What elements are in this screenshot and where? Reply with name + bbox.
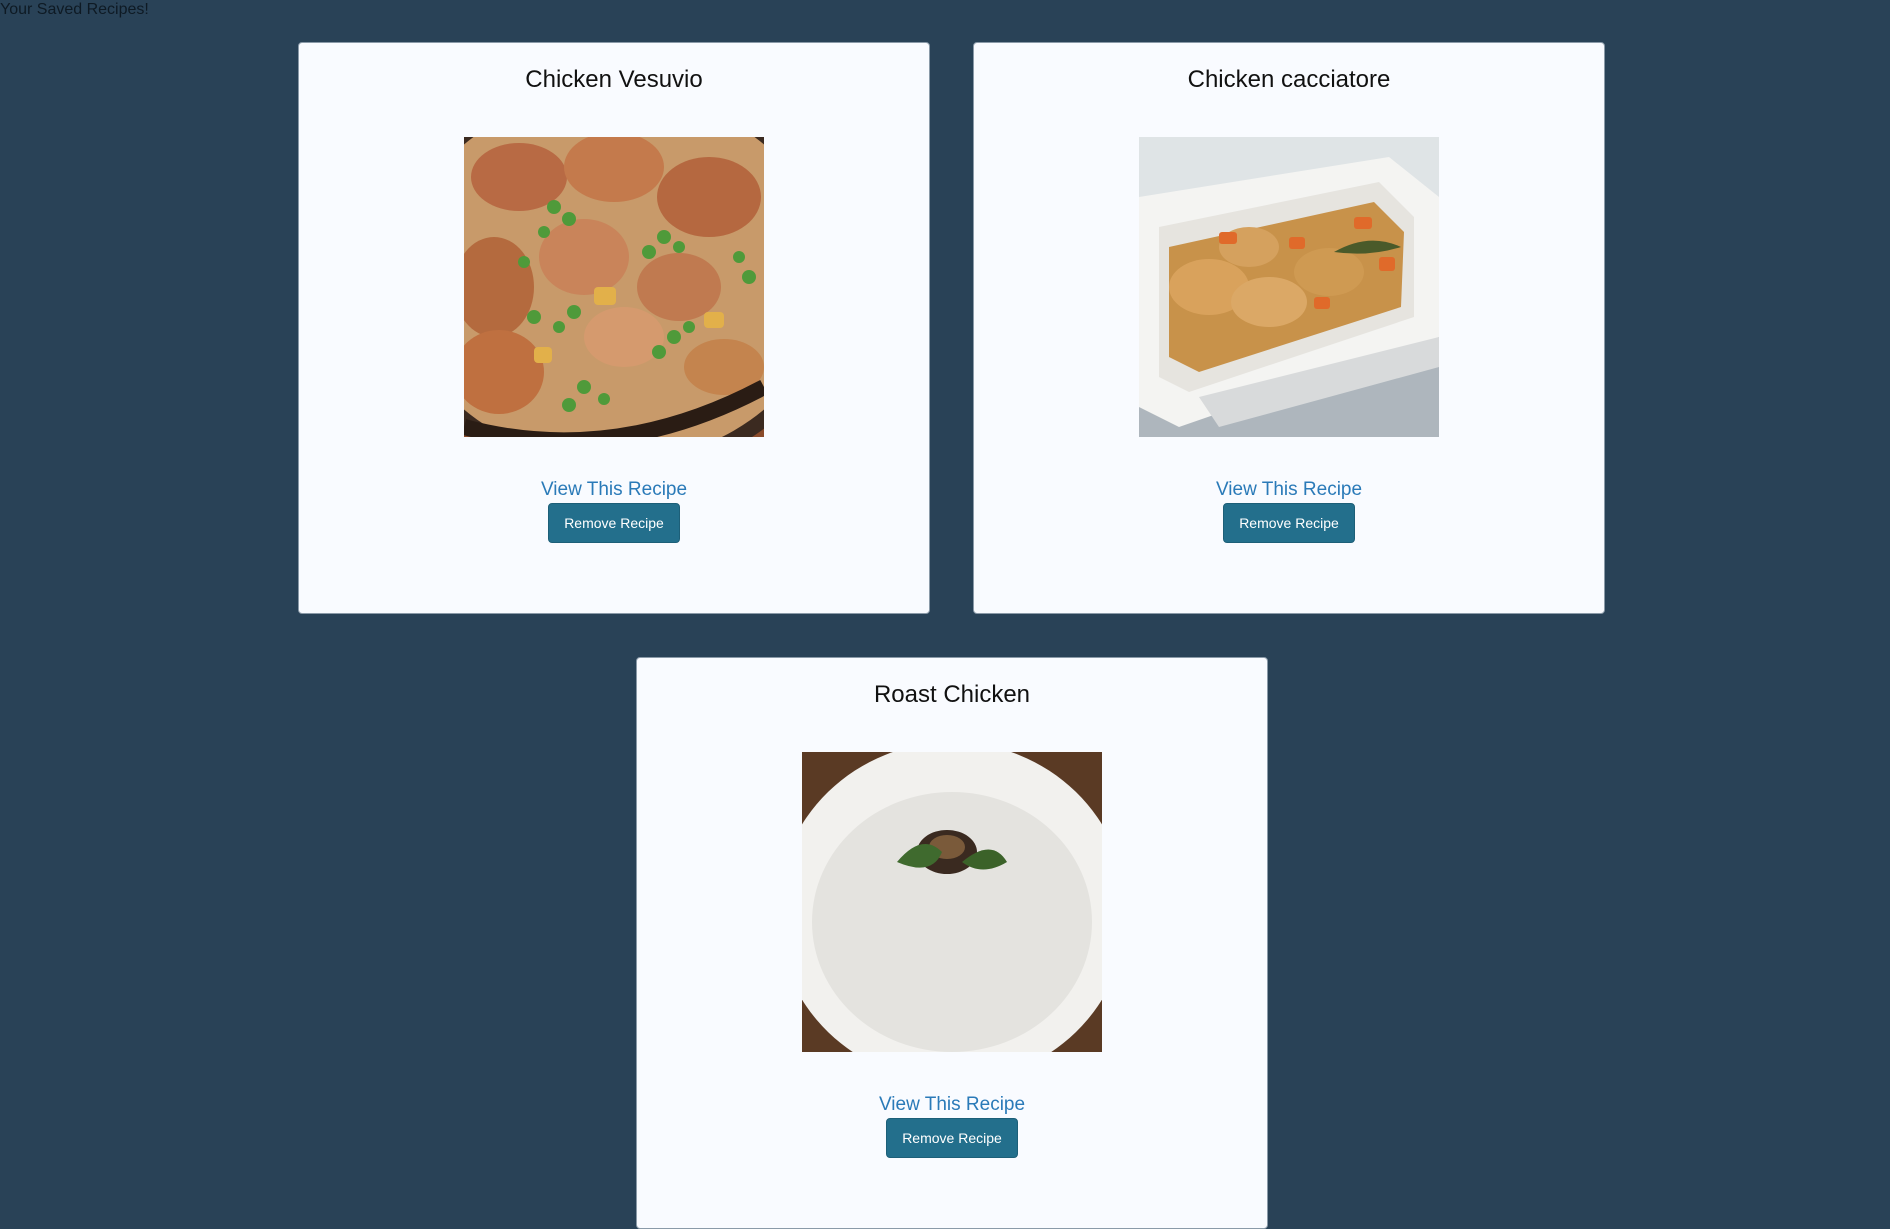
remove-recipe-button[interactable]: Remove Recipe bbox=[1223, 503, 1355, 543]
view-recipe-link[interactable]: View This Recipe bbox=[541, 479, 687, 501]
recipe-image-roast-chicken bbox=[802, 752, 1102, 1052]
recipe-image[interactable] bbox=[1139, 137, 1439, 437]
page-heading: Your Saved Recipes! bbox=[0, 1, 149, 18]
recipe-title: Chicken cacciatore bbox=[1187, 66, 1391, 93]
remove-recipe-button[interactable]: Remove Recipe bbox=[548, 503, 680, 543]
remove-recipe-button[interactable]: Remove Recipe bbox=[886, 1118, 1018, 1158]
recipe-card: Roast Chicken View This Recipe Remove Re… bbox=[636, 657, 1268, 1229]
view-recipe-link[interactable]: View This Recipe bbox=[879, 1094, 1025, 1116]
recipe-image[interactable] bbox=[464, 137, 764, 437]
recipe-title: Roast Chicken bbox=[873, 681, 1031, 708]
recipe-card: Chicken Vesuvio View This Recipe Remove … bbox=[298, 42, 930, 614]
recipe-title: Chicken Vesuvio bbox=[525, 66, 703, 93]
recipe-image-chicken-vesuvio bbox=[464, 137, 764, 437]
recipe-image[interactable] bbox=[802, 752, 1102, 1052]
recipe-image-chicken-cacciatore bbox=[1139, 137, 1439, 437]
recipe-card: Chicken cacciatore View This Recipe Remo… bbox=[973, 42, 1605, 614]
view-recipe-link[interactable]: View This Recipe bbox=[1216, 479, 1362, 501]
